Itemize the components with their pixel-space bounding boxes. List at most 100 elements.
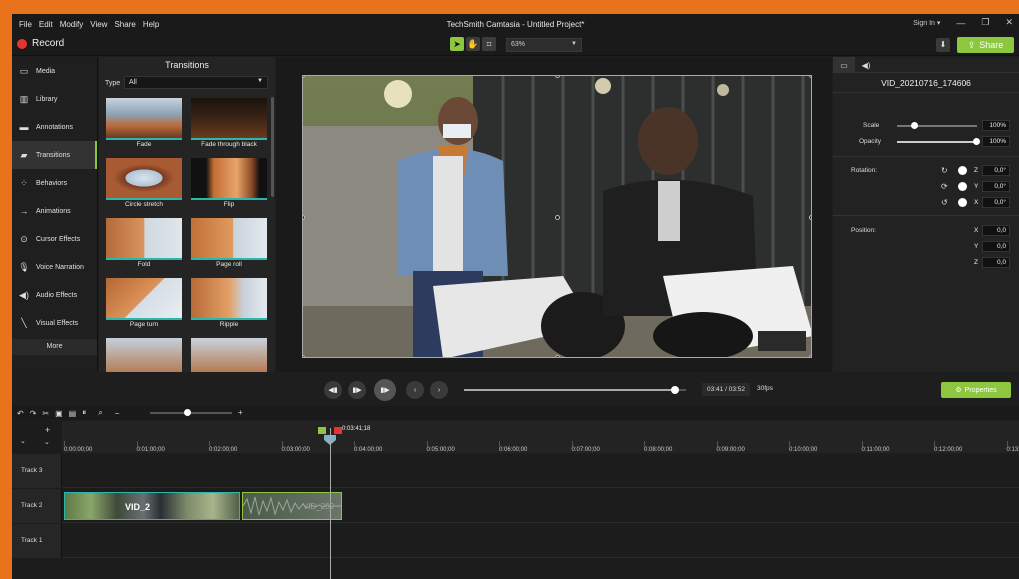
sidebar-item-annotations[interactable]: ▬ Annotations bbox=[12, 113, 97, 141]
download-icon[interactable]: ⬇ bbox=[936, 38, 950, 52]
sidebar-item-transitions[interactable]: ▰ Transitions bbox=[12, 141, 97, 169]
scale-slider[interactable] bbox=[897, 125, 977, 127]
crop-icon[interactable]: ⌗ bbox=[482, 37, 496, 51]
sidebar-item-voice-narration[interactable]: 🎙 Voice Narration bbox=[12, 253, 97, 281]
play-pause-icon[interactable]: ▮▶ bbox=[374, 379, 396, 401]
transition-fold[interactable]: Fold bbox=[106, 218, 182, 271]
panel-scrollbar[interactable] bbox=[271, 97, 274, 197]
track-row[interactable]: Track 1 bbox=[12, 524, 1019, 558]
rotation-y-dial[interactable] bbox=[958, 182, 967, 191]
sidebar-item-media[interactable]: ▭ Media bbox=[12, 57, 97, 85]
pan-hand-icon[interactable]: ✋ bbox=[466, 37, 480, 51]
visual-properties-tab-icon[interactable]: ▭ bbox=[833, 57, 855, 73]
properties-button[interactable]: ⚙ Properties bbox=[941, 382, 1011, 398]
resize-handle[interactable] bbox=[809, 215, 811, 220]
out-point-marker[interactable] bbox=[334, 427, 342, 434]
position-x-value[interactable]: 0,0 bbox=[982, 225, 1010, 236]
video-preview[interactable] bbox=[302, 75, 812, 358]
opacity-slider[interactable] bbox=[897, 141, 979, 143]
sidebar-item-cursor-effects[interactable]: ⊙ Cursor Effects bbox=[12, 225, 97, 253]
track-row[interactable]: Track 3 bbox=[12, 454, 1019, 488]
chevron-down-icon[interactable]: ⌄ bbox=[44, 438, 50, 446]
step-back-icon[interactable]: ◀▮ bbox=[324, 381, 342, 399]
add-track-icon[interactable]: + bbox=[45, 425, 50, 435]
restore-icon[interactable]: ❐ bbox=[981, 17, 989, 28]
menu-help[interactable]: Help bbox=[143, 20, 159, 29]
record-button[interactable]: Record bbox=[17, 38, 64, 49]
opacity-value[interactable]: 100% bbox=[982, 136, 1010, 147]
transition-next-row[interactable] bbox=[106, 338, 182, 372]
track-row[interactable]: Track 2 VID_2 VID_202 bbox=[12, 489, 1019, 523]
playhead-line[interactable] bbox=[330, 428, 331, 579]
menu-edit[interactable]: Edit bbox=[39, 20, 53, 29]
position-y-value[interactable]: 0,0 bbox=[982, 241, 1010, 252]
menu-share[interactable]: Share bbox=[114, 20, 135, 29]
sidebar-item-animations[interactable]: → Animations bbox=[12, 197, 97, 225]
center-handle[interactable] bbox=[555, 215, 560, 220]
selected-video-clip[interactable]: VID_202 bbox=[242, 492, 342, 520]
collapse-icon[interactable]: ⌄ bbox=[20, 437, 26, 445]
timeline-zoom-slider[interactable] bbox=[150, 409, 232, 416]
scrub-knob[interactable] bbox=[670, 386, 679, 394]
previous-icon[interactable]: ‹ bbox=[406, 381, 424, 399]
zoom-in-icon[interactable]: + bbox=[238, 408, 243, 417]
redo-icon[interactable]: ↷ bbox=[30, 409, 37, 418]
rotation-y-value[interactable]: 0,0° bbox=[982, 181, 1010, 192]
rotation-x-value[interactable]: 0,0° bbox=[982, 197, 1010, 208]
axis-x-label: X bbox=[974, 227, 979, 234]
transition-page-roll[interactable]: Page roll bbox=[191, 218, 267, 271]
position-z-value[interactable]: 0,0 bbox=[982, 257, 1010, 268]
scale-slider-knob[interactable] bbox=[911, 122, 918, 129]
share-button[interactable]: ⇪ Share bbox=[957, 37, 1014, 53]
sidebar-item-behaviors[interactable]: ⁘ Behaviors bbox=[12, 169, 97, 197]
resize-handle[interactable] bbox=[809, 76, 811, 78]
transition-fade-through-black[interactable]: Fade through black bbox=[191, 98, 267, 151]
zoom-dropdown[interactable]: 63% ▼ bbox=[506, 38, 582, 52]
transition-page-turn[interactable]: Page turn bbox=[106, 278, 182, 331]
play-icon[interactable]: ▮▶ bbox=[348, 381, 366, 399]
sidebar-item-library[interactable]: ▥ Library bbox=[12, 85, 97, 113]
video-clip[interactable]: VID_2 bbox=[64, 492, 240, 520]
cut-icon[interactable]: ✂ bbox=[42, 409, 49, 418]
type-dropdown[interactable]: All ▼ bbox=[124, 76, 268, 89]
scale-value[interactable]: 100% bbox=[982, 120, 1010, 131]
close-icon[interactable]: ✕ bbox=[1005, 17, 1013, 28]
opacity-row: Opacity 100% bbox=[833, 136, 1019, 148]
menu-file[interactable]: File bbox=[19, 20, 32, 29]
transition-ripple[interactable]: Ripple bbox=[191, 278, 267, 331]
menu-view[interactable]: View bbox=[90, 20, 107, 29]
audio-properties-tab-icon[interactable]: ◀) bbox=[855, 57, 877, 73]
opacity-slider-knob[interactable] bbox=[973, 138, 980, 145]
resize-handle[interactable] bbox=[555, 355, 560, 357]
transition-flip[interactable]: Flip bbox=[191, 158, 267, 211]
sidebar-item-visual-effects[interactable]: ╲ Visual Effects bbox=[12, 309, 97, 337]
copy-icon[interactable]: ▣ bbox=[55, 409, 63, 418]
arrow-tool-icon[interactable]: ➤ bbox=[450, 37, 464, 51]
more-button[interactable]: More bbox=[12, 339, 97, 355]
scrub-bar[interactable] bbox=[464, 386, 686, 394]
transition-circle-stretch[interactable]: Circle stretch bbox=[106, 158, 182, 211]
track-header[interactable]: Track 3 bbox=[12, 454, 62, 488]
track-header[interactable]: Track 2 bbox=[12, 489, 62, 523]
paste-icon[interactable]: ▤ bbox=[69, 409, 77, 418]
sidebar-item-audio-effects[interactable]: ◀) Audio Effects bbox=[12, 281, 97, 309]
zoom-out-icon[interactable]: − bbox=[115, 409, 120, 418]
undo-icon[interactable]: ↶ bbox=[17, 409, 24, 418]
track-header[interactable]: Track 1 bbox=[12, 524, 62, 558]
menu-modify[interactable]: Modify bbox=[60, 20, 84, 29]
split-icon[interactable]: ⏸ bbox=[82, 408, 86, 418]
zoom-search-icon[interactable]: ⌕ bbox=[98, 408, 102, 418]
transition-next-row[interactable] bbox=[191, 338, 267, 372]
in-point-marker[interactable] bbox=[318, 427, 326, 434]
minimize-icon[interactable]: — bbox=[956, 18, 965, 28]
sign-in-button[interactable]: Sign In ▾ bbox=[913, 19, 940, 27]
transition-fade[interactable]: Fade bbox=[106, 98, 182, 151]
rotation-z-dial[interactable] bbox=[958, 166, 967, 175]
rotation-z-value[interactable]: 0,0° bbox=[982, 165, 1010, 176]
timeline-zoom-knob[interactable] bbox=[184, 409, 191, 416]
rotation-x-dial[interactable] bbox=[958, 198, 967, 207]
next-icon[interactable]: › bbox=[430, 381, 448, 399]
timeline-ruler[interactable]: + ⌄ ⌄ 0:03:41;18 0:00:00;00 0:01:00;00 0:0… bbox=[12, 421, 1019, 453]
resize-handle[interactable] bbox=[809, 355, 811, 357]
resize-handle[interactable] bbox=[303, 355, 305, 357]
